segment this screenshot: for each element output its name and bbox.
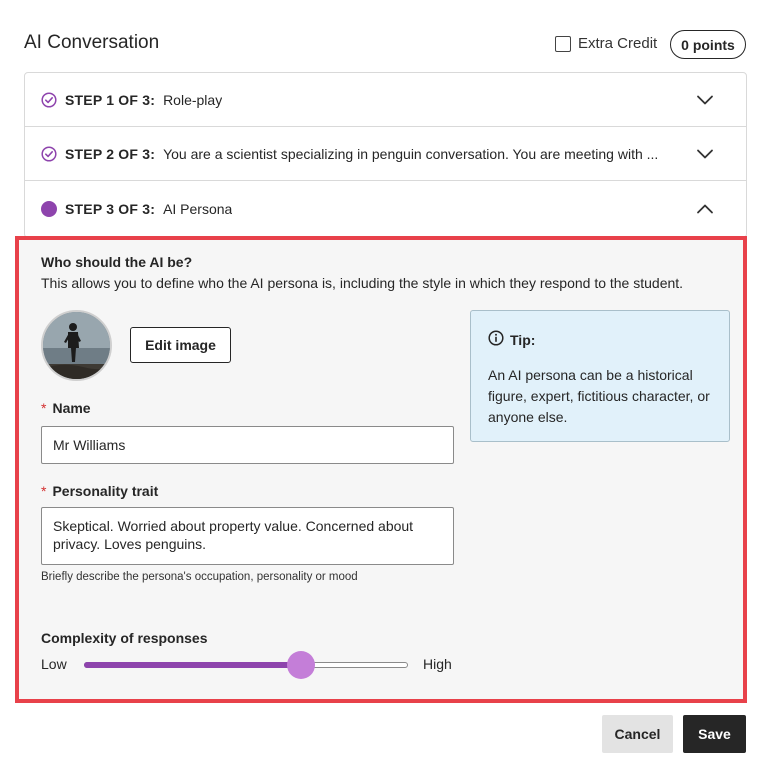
complexity-label: Complexity of responses <box>41 630 208 646</box>
persona-description: This allows you to define who the AI per… <box>41 275 684 291</box>
tip-box: Tip: An AI persona can be a historical f… <box>470 310 730 442</box>
step-label: STEP 2 OF 3: <box>65 145 156 162</box>
personality-trait-hint: Briefly describe the persona's occupatio… <box>41 571 358 583</box>
complexity-high-label: High <box>423 656 452 672</box>
extra-credit-checkbox[interactable] <box>555 35 571 52</box>
cancel-button[interactable]: Cancel <box>602 715 673 753</box>
name-field[interactable]: Mr Williams <box>41 426 454 464</box>
name-label: * Name <box>41 400 91 416</box>
avatar <box>41 310 112 381</box>
step-label: STEP 1 OF 3: <box>65 91 156 108</box>
extra-credit-toggle[interactable]: Extra Credit <box>555 35 657 52</box>
extra-credit-label: Extra Credit <box>578 35 658 52</box>
step-description: AI Persona <box>163 201 233 217</box>
slider-fill <box>84 662 302 668</box>
step-label: STEP 3 OF 3: <box>65 201 156 217</box>
save-button[interactable]: Save <box>683 715 746 753</box>
required-marker: * <box>41 400 47 416</box>
personality-trait-field[interactable]: Skeptical. Worried about property value.… <box>41 507 454 565</box>
check-circle-icon <box>41 91 57 108</box>
complexity-low-label: Low <box>41 656 67 672</box>
tip-body: An AI persona can be a historical figure… <box>488 367 710 425</box>
step-3-header[interactable]: STEP 3 OF 3: AI Persona <box>25 181 746 237</box>
edit-image-button[interactable]: Edit image <box>130 327 231 363</box>
step-description: You are a scientist specializing in peng… <box>163 145 659 162</box>
step-description: Role-play <box>163 91 223 108</box>
tip-title: Tip: <box>510 331 536 348</box>
steps-accordion: STEP 1 OF 3: Role-play STEP 2 OF 3: You … <box>24 72 747 238</box>
chevron-down-icon[interactable] <box>696 145 714 163</box>
complexity-slider[interactable] <box>84 651 408 679</box>
required-marker: * <box>41 483 47 499</box>
step-1-header[interactable]: STEP 1 OF 3: Role-play <box>25 73 746 127</box>
step-2-header[interactable]: STEP 2 OF 3: You are a scientist special… <box>25 127 746 181</box>
personality-trait-label: * Personality trait <box>41 483 159 499</box>
chevron-up-icon[interactable] <box>696 200 714 218</box>
filled-circle-icon <box>41 201 57 217</box>
ai-persona-panel: Who should the AI be? This allows you to… <box>15 236 747 703</box>
persona-heading: Who should the AI be? <box>41 254 193 270</box>
page-title: AI Conversation <box>24 32 160 53</box>
slider-thumb[interactable] <box>287 651 316 679</box>
points-button[interactable]: 0 points <box>670 30 746 59</box>
info-icon <box>488 330 504 349</box>
check-circle-icon <box>41 145 57 162</box>
chevron-down-icon[interactable] <box>696 91 714 109</box>
